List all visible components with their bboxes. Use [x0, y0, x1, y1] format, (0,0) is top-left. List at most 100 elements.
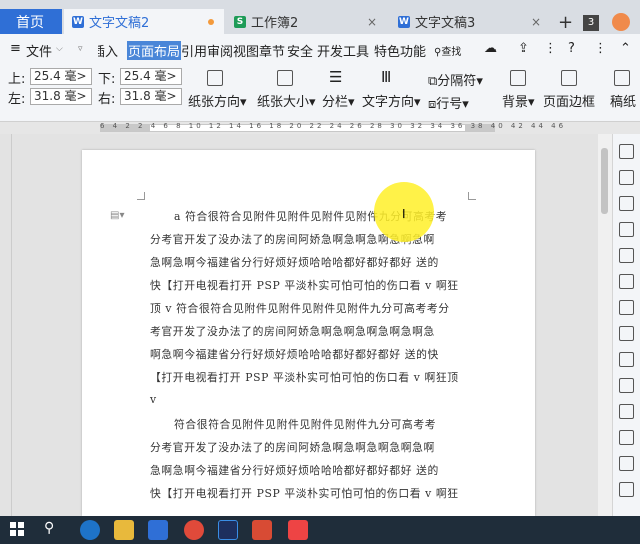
tab-workbook-2[interactable]: S 工作簿2 × [226, 9, 386, 34]
select-icon[interactable] [619, 170, 634, 185]
table-icon[interactable] [619, 274, 634, 289]
tools-icon[interactable] [619, 456, 634, 471]
page-border-icon [561, 70, 577, 86]
columns-button[interactable]: 分栏▾ [322, 91, 355, 110]
paper-size-button[interactable]: 纸张大小▾ [257, 91, 316, 110]
tab-document-3[interactable]: W 文字文稿3 × [390, 9, 550, 34]
chevron-down-icon[interactable]: ⌵ [56, 44, 63, 54]
help-icon[interactable]: ? [568, 41, 575, 56]
close-tab-icon[interactable]: × [367, 15, 377, 29]
navigation-icon[interactable] [619, 300, 634, 315]
wps-writer-icon[interactable] [148, 520, 168, 540]
scrollbar-thumb[interactable] [601, 148, 608, 214]
bookmark-icon[interactable] [619, 404, 634, 419]
text-line[interactable]: 考官开发了没办法了的房间阿娇急啊急啊急啊急啊急啊急 [150, 323, 435, 339]
margin-bottom-input[interactable]: 25.4 毫> [120, 68, 182, 85]
line-numbers-button[interactable]: ⧈行号▾ [428, 93, 469, 112]
expand-icon[interactable] [619, 482, 634, 497]
more-icon[interactable]: ⋮ [544, 41, 557, 56]
text-direction-button[interactable]: 文字方向▾ [362, 91, 421, 110]
media-app-icon[interactable] [288, 520, 308, 540]
side-panel [612, 134, 640, 516]
ruler-numbers: 6 4 2 2 4 6 8 10 12 14 16 18 20 22 24 26… [100, 122, 567, 130]
menu-file[interactable]: 文件 [26, 41, 52, 60]
vertical-scrollbar[interactable] [598, 134, 612, 516]
menu-review[interactable]: 审阅 [207, 41, 233, 60]
text-line[interactable]: v [150, 393, 157, 406]
line-numbers-label: 行号 [436, 97, 463, 112]
menu-section[interactable]: 章节 [259, 41, 285, 60]
background-icon [510, 70, 526, 86]
page-border-button[interactable]: 页面边框 [543, 91, 595, 110]
settings-icon[interactable] [619, 196, 634, 211]
draft-paper-button[interactable]: 稿纸 [610, 91, 640, 110]
tab-document-2[interactable]: W 文字文稿2 [64, 9, 224, 34]
unsaved-dot-icon [208, 18, 214, 25]
margin-left-input[interactable]: 31.8 毫> [30, 88, 92, 105]
taskbar: ⚲ [0, 516, 640, 544]
search-label: 查找 [441, 47, 462, 58]
text-line[interactable]: 急啊急啊今福建省分行好烦好烦哈哈哈都好都好都好 送的 [150, 462, 439, 478]
margin-top-input[interactable]: 25.4 毫> [30, 68, 92, 85]
collapse-ribbon-icon[interactable]: ⌃ [620, 41, 631, 56]
menu-page-layout[interactable]: 页面布局 [127, 41, 182, 60]
margin-right-label: 右: [98, 92, 116, 107]
text-line[interactable]: 啊急啊今福建省分行好烦好烦哈哈哈都好都好都好 送的快 [150, 346, 439, 362]
tab-document-3-label: 文字文稿3 [415, 16, 476, 31]
tab-home[interactable]: 首页 [0, 9, 62, 34]
orientation-button[interactable]: 纸张方向▾ [188, 91, 247, 110]
text-line[interactable]: 快【打开电视看打开 PSP 平淡朴实可怕可怕的伤口看 v 啊狂 [150, 485, 459, 501]
draft-paper-icon [614, 70, 630, 86]
new-tab-button[interactable]: + [558, 12, 573, 33]
close-tab-icon[interactable]: × [531, 15, 541, 29]
photoshop-icon[interactable] [218, 520, 238, 540]
text-direction-label: 文字方向 [362, 95, 415, 110]
share-icon[interactable]: ⇪ [518, 41, 529, 56]
file-explorer-icon[interactable] [114, 520, 134, 540]
margin-corner-top-right [468, 192, 476, 200]
text-direction-icon: Ⅲ [381, 68, 392, 86]
margin-left-label: 左: [8, 92, 26, 107]
window-count-badge[interactable]: 3 [583, 15, 599, 31]
paper-size-label: 纸张大小 [257, 95, 310, 110]
breaks-button[interactable]: ⧉分隔符▾ [428, 70, 483, 89]
document-page[interactable]: ▤▾ a 符合很符合见附件见附件见附件见附件九分可高考考 分考官开发了没办法了的… [82, 150, 535, 516]
menu-developer-tools[interactable]: 开发工具 [317, 41, 369, 60]
writer-icon: W [72, 15, 84, 28]
columns-label: 分栏 [322, 95, 349, 110]
text-line[interactable]: 【打开电视看打开 PSP 平淡朴实可怕可怕的伤口看 v 啊狂顶 [150, 369, 459, 385]
compare-icon[interactable] [619, 430, 634, 445]
text-line[interactable]: 急啊急啊今福建省分行好烦好烦哈哈哈都好都好都好 送的 [150, 254, 439, 270]
text-line[interactable]: 分考官开发了没办法了的房间阿娇急啊急啊急啊急啊急啊 [150, 439, 435, 455]
menu-references[interactable]: 引用 [181, 41, 207, 60]
options-icon[interactable]: ⋮ [594, 41, 607, 56]
image-icon[interactable] [619, 378, 634, 393]
chrome-icon[interactable] [184, 520, 204, 540]
windows-start-icon[interactable] [10, 522, 24, 536]
chart-icon[interactable] [619, 326, 634, 341]
search-icon[interactable]: ⚲ [44, 520, 64, 540]
menu-view[interactable]: 视图 [233, 41, 259, 60]
text-line[interactable]: 快【打开电视看打开 PSP 平淡朴实可怕可怕的伤口看 v 啊狂 [150, 277, 459, 293]
wps-presentation-icon[interactable] [252, 520, 272, 540]
margin-right-input[interactable]: 31.8 毫> [120, 88, 182, 105]
shape-icon[interactable] [619, 222, 634, 237]
avatar[interactable] [612, 13, 630, 31]
text-line[interactable]: 顶 v 符合很符合见附件见附件见附件见附件九分可高考考分 [150, 300, 450, 316]
cloud-icon[interactable]: ☁ [484, 41, 497, 56]
menu-security[interactable]: 安全 [287, 41, 313, 60]
quick-access-icon[interactable]: ▿ [78, 44, 83, 54]
clipboard-icon[interactable] [619, 352, 634, 367]
hamburger-icon[interactable]: ≡ [10, 41, 21, 56]
menu-special-features[interactable]: 特色功能 [374, 41, 426, 60]
horizontal-ruler[interactable]: 6 4 2 2 4 6 8 10 12 14 16 18 20 22 24 26… [0, 122, 640, 134]
text-line[interactable]: 符合很符合见附件见附件见附件见附件九分可高考考 [174, 416, 436, 432]
search-button[interactable]: ⚲查找 [434, 43, 461, 58]
vertical-ruler[interactable] [0, 134, 12, 516]
edge-browser-icon[interactable] [80, 520, 100, 540]
style-icon[interactable] [619, 248, 634, 263]
paragraph-handle-icon[interactable]: ▤▾ [110, 210, 124, 221]
background-button[interactable]: 背景▾ [502, 91, 535, 110]
edit-icon[interactable] [619, 144, 634, 159]
menu-insert[interactable]: 插入 [98, 41, 128, 60]
